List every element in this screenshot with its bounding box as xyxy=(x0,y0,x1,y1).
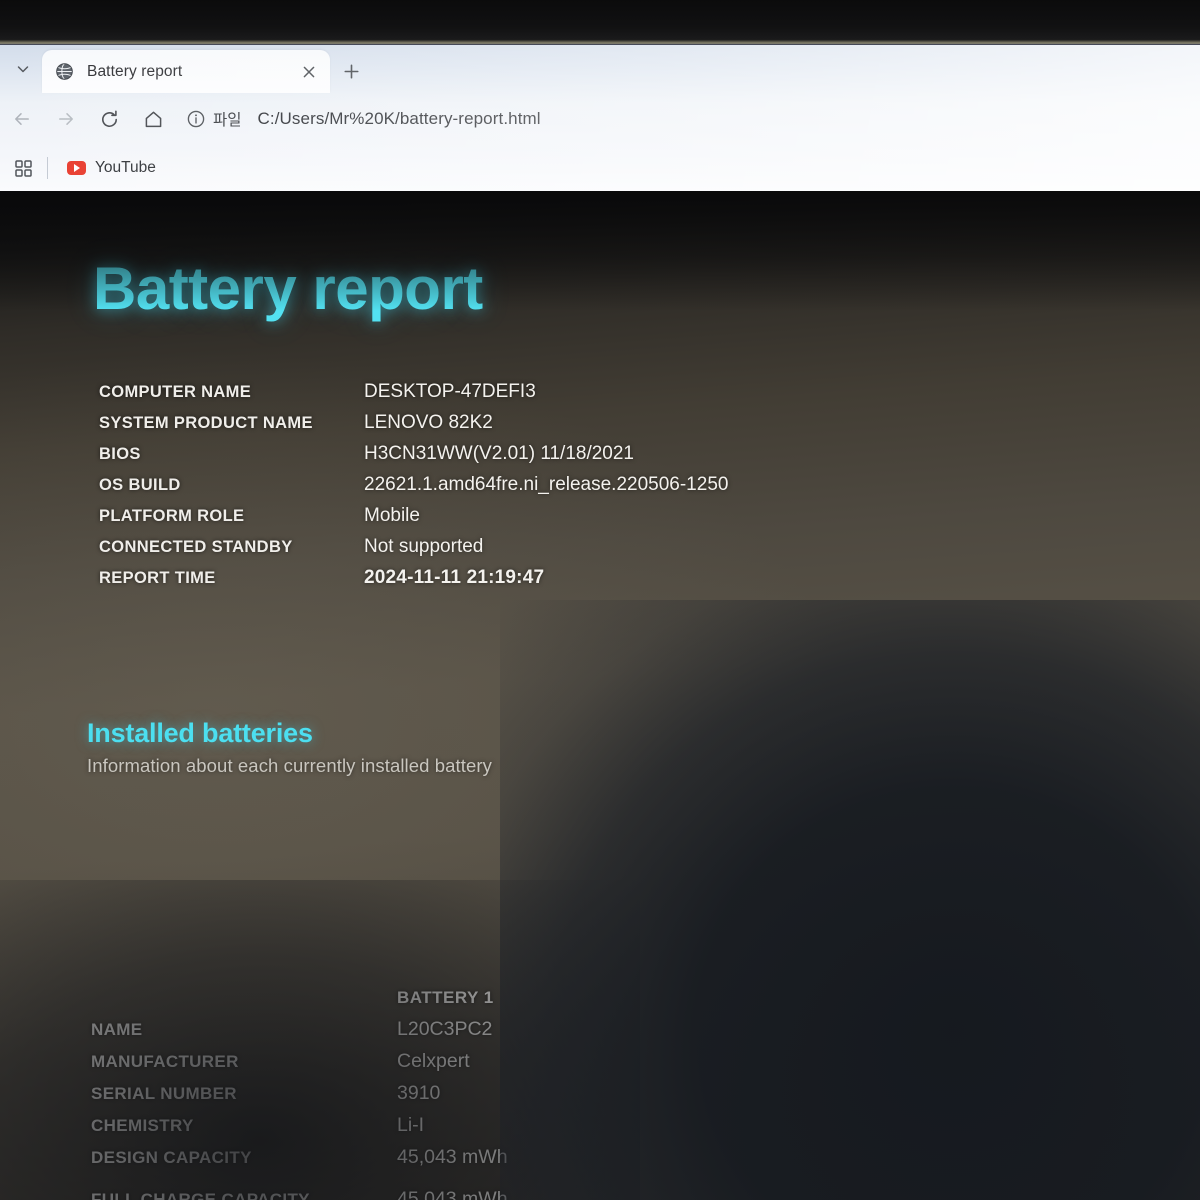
chevron-down-icon xyxy=(15,61,31,77)
system-info-table: COMPUTER NAME DESKTOP-47DEFI3 SYSTEM PRO… xyxy=(99,381,728,598)
battery-table: BATTERY 1 NAME L20C3PC2 MANUFACTURER Cel… xyxy=(91,988,508,1200)
row-value: 45,043 mWh xyxy=(397,1188,508,1200)
row-label: FULL CHARGE CAPACITY xyxy=(91,1190,310,1200)
section-subtitle: Information about each currently install… xyxy=(87,755,493,776)
browser-toolbar: 파일 C:/Users/Mr%20K/battery-report.html xyxy=(0,93,1200,145)
home-button[interactable] xyxy=(135,101,171,137)
row-value: DESKTOP-47DEFI3 xyxy=(364,381,536,402)
browser-tab[interactable]: Battery report xyxy=(42,50,330,93)
url-text: C:/Users/Mr%20K/battery-report.html xyxy=(257,109,541,128)
section-heading: Installed batteries xyxy=(87,718,313,748)
bookmark-label: YouTube xyxy=(95,159,156,176)
row-label: OS BUILD xyxy=(99,476,181,494)
row-label: NAME xyxy=(91,1020,143,1039)
row-label: MANUFACTURER xyxy=(91,1052,239,1071)
table-header-row: BATTERY 1 xyxy=(91,988,508,1018)
tab-strip: Battery report xyxy=(0,45,1200,93)
laptop-bezel xyxy=(0,0,1200,45)
row-label: REPORT TIME xyxy=(99,569,216,587)
info-circle-icon[interactable] xyxy=(186,109,206,129)
apps-grid-icon[interactable] xyxy=(8,153,38,183)
row-value: Celxpert xyxy=(397,1050,470,1072)
youtube-icon xyxy=(67,161,86,175)
row-value: 22621.1.amd64fre.ni_release.220506-1250 xyxy=(364,474,729,495)
table-row: SYSTEM PRODUCT NAME LENOVO 82K2 xyxy=(99,412,728,443)
table-row: CONNECTED STANDBY Not supported xyxy=(99,536,728,567)
row-value: Not supported xyxy=(364,536,484,557)
table-row: DESIGN CAPACITY 45,043 mWh xyxy=(91,1146,508,1178)
row-value: 3910 xyxy=(397,1082,441,1104)
row-label: BIOS xyxy=(99,445,141,463)
tab-search-button[interactable] xyxy=(10,57,36,81)
table-row: SERIAL NUMBER 3910 xyxy=(91,1082,508,1114)
forward-button[interactable] xyxy=(48,101,84,137)
plus-icon xyxy=(343,63,360,80)
arrow-right-icon xyxy=(56,109,76,129)
table-row: OS BUILD 22621.1.amd64fre.ni_release.220… xyxy=(99,474,728,505)
new-tab-button[interactable] xyxy=(337,57,365,85)
browser-chrome: Battery report 파일 C:/Users/Mr%20K/batter… xyxy=(0,45,1200,191)
table-row: PLATFORM ROLE Mobile xyxy=(99,505,728,536)
row-label: SERIAL NUMBER xyxy=(91,1084,237,1103)
page-title: Battery report xyxy=(93,255,483,322)
screen-shadow-bottom-right xyxy=(500,600,1200,1200)
table-row: FULL CHARGE CAPACITY 45,043 mWh xyxy=(91,1188,508,1200)
row-value: Mobile xyxy=(364,505,420,526)
row-label: PLATFORM ROLE xyxy=(99,507,245,525)
installed-batteries-section: Installed batteries Information about ea… xyxy=(87,718,492,777)
bookmarks-separator xyxy=(47,157,48,179)
table-row: CHEMISTRY Li-I xyxy=(91,1114,508,1146)
row-value: LENOVO 82K2 xyxy=(364,412,493,433)
table-row: BIOS H3CN31WW(V2.01) 11/18/2021 xyxy=(99,443,728,474)
url-scheme-label: 파일 xyxy=(213,112,242,129)
table-row: COMPUTER NAME DESKTOP-47DEFI3 xyxy=(99,381,728,412)
page-viewport[interactable]: Battery report COMPUTER NAME DESKTOP-47D… xyxy=(0,191,1200,1200)
row-label: DESIGN CAPACITY xyxy=(91,1148,252,1167)
row-value: L20C3PC2 xyxy=(397,1018,493,1040)
row-label: CONNECTED STANDBY xyxy=(99,538,293,556)
reload-icon xyxy=(99,109,120,130)
row-value: 2024-11-11 21:19:47 xyxy=(364,567,545,588)
row-value: Li-I xyxy=(397,1114,425,1136)
tab-title: Battery report xyxy=(87,62,183,80)
row-label: CHEMISTRY xyxy=(91,1116,194,1135)
row-value: H3CN31WW(V2.01) 11/18/2021 xyxy=(364,443,634,464)
column-header: BATTERY 1 xyxy=(397,988,494,1007)
close-icon[interactable] xyxy=(298,61,320,83)
row-value: 45,043 mWh xyxy=(397,1146,508,1168)
address-bar[interactable]: 파일 C:/Users/Mr%20K/battery-report.html xyxy=(186,101,1194,137)
bookmarks-bar: YouTube xyxy=(0,145,1200,191)
row-label: SYSTEM PRODUCT NAME xyxy=(99,414,313,432)
arrow-left-icon xyxy=(12,109,32,129)
row-label: COMPUTER NAME xyxy=(99,383,252,401)
table-row: REPORT TIME 2024-11-11 21:19:47 xyxy=(99,567,728,598)
bookmark-item-youtube[interactable]: YouTube xyxy=(60,154,163,182)
reload-button[interactable] xyxy=(91,101,127,137)
table-row: NAME L20C3PC2 xyxy=(91,1018,508,1050)
home-icon xyxy=(143,109,164,130)
back-button[interactable] xyxy=(4,101,40,137)
table-row: MANUFACTURER Celxpert xyxy=(91,1050,508,1082)
globe-icon xyxy=(55,62,74,81)
